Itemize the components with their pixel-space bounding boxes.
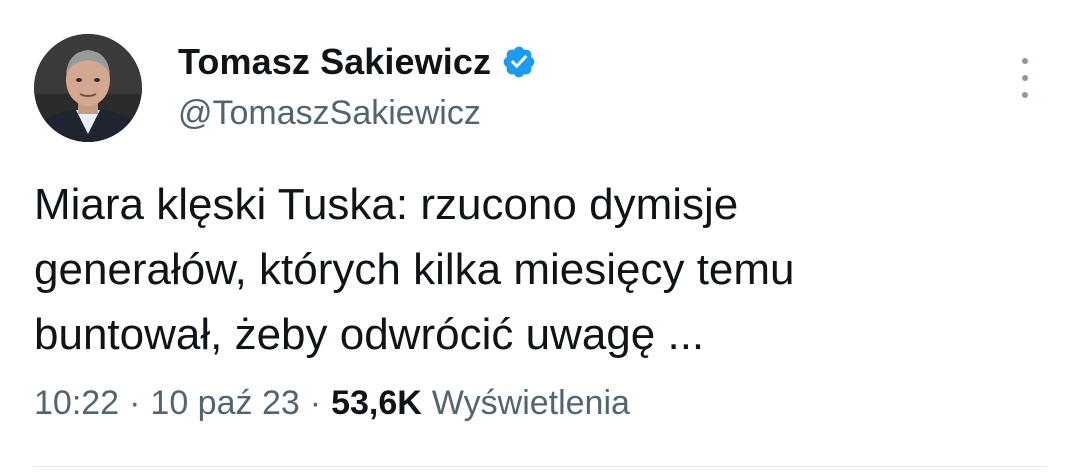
views-count: 53,6K bbox=[331, 384, 422, 422]
tweet-card: Tomasz Sakiewicz @TomaszSakiewicz Miara … bbox=[0, 0, 1080, 475]
tweet-text-line: buntował, żeby odwrócić uwagę ... bbox=[34, 310, 705, 359]
more-dot bbox=[1022, 92, 1028, 98]
display-name[interactable]: Tomasz Sakiewicz bbox=[178, 41, 491, 83]
user-handle[interactable]: @TomaszSakiewicz bbox=[178, 94, 537, 133]
name-row: Tomasz Sakiewicz bbox=[178, 36, 537, 88]
tweet-date[interactable]: 10 paź 23 bbox=[150, 384, 299, 423]
tweet-text-line: Miara klęski Tuska: rzucono dymisje bbox=[34, 180, 739, 229]
more-dot bbox=[1022, 75, 1028, 81]
divider bbox=[34, 466, 1046, 467]
tweet-text-line: generałów, których kilka miesięcy temu bbox=[34, 245, 795, 294]
author-block: Tomasz Sakiewicz @TomaszSakiewicz bbox=[178, 36, 537, 133]
tweet-meta: 10:22 · 10 paź 23 · 53,6K Wyświetlenia bbox=[34, 384, 630, 423]
more-dot bbox=[1022, 58, 1028, 64]
avatar[interactable] bbox=[34, 34, 142, 142]
verified-badge-icon bbox=[501, 44, 537, 80]
meta-separator: · bbox=[129, 384, 141, 422]
meta-separator: · bbox=[309, 384, 322, 422]
views-label: Wyświetlenia bbox=[431, 384, 630, 422]
tweet-text: Miara klęski Tuska: rzucono dymisje gene… bbox=[34, 172, 1034, 367]
more-vertical-icon[interactable] bbox=[1010, 58, 1040, 98]
tweet-time[interactable]: 10:22 bbox=[34, 384, 119, 423]
